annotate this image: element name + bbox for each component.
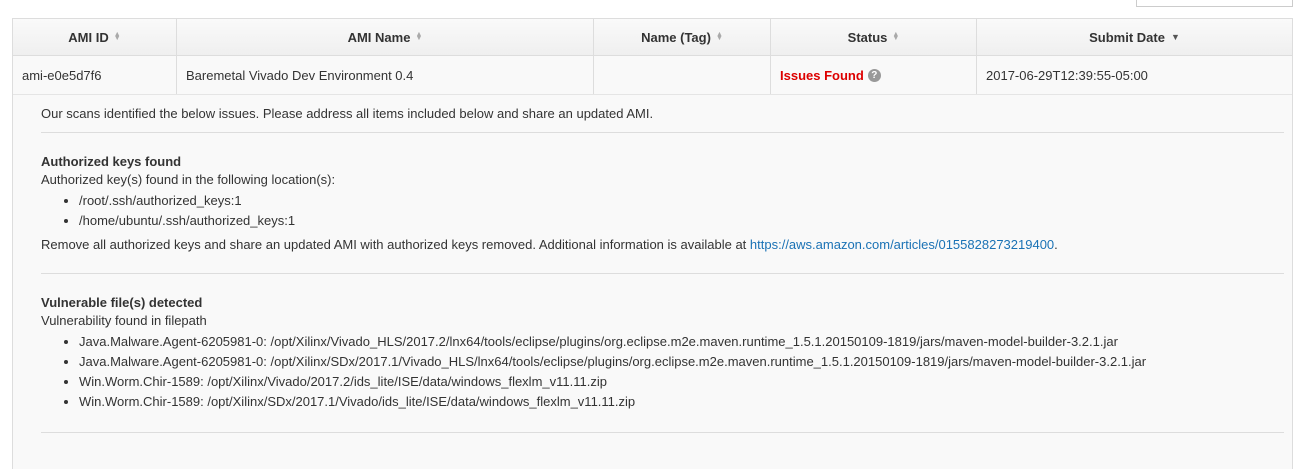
sort-icon: ▲ ▼ [892, 31, 900, 42]
section-title: Vulnerable file(s) detected [41, 295, 203, 310]
list-item: Win.Worm.Chir-1589: /opt/Xilinx/SDx/2017… [79, 392, 1284, 412]
section-vulnerable-files: Vulnerable file(s) detected Vulnerabilit… [41, 295, 1284, 432]
section-subtitle: Authorized key(s) found in the following… [41, 172, 336, 187]
article-link[interactable]: https://aws.amazon.com/articles/01558282… [750, 237, 1054, 252]
issue-details: Our scans identified the below issues. P… [13, 95, 1292, 469]
list-item: /home/ubuntu/.ssh/authorized_keys:1 [79, 211, 1284, 231]
section-title: Authorized keys found [41, 154, 182, 169]
divider [41, 432, 1284, 433]
list-item: /root/.ssh/authorized_keys:1 [79, 191, 1284, 211]
column-header-name-tag[interactable]: Name (Tag) ▲ ▼ [594, 19, 771, 55]
ami-table: AMI ID ▲ ▼ AMI Name ▲ ▼ Name (Tag) ▲ ▼ Stat… [12, 18, 1293, 469]
column-header-ami-id[interactable]: AMI ID ▲ ▼ [13, 19, 177, 55]
table-header: AMI ID ▲ ▼ AMI Name ▲ ▼ Name (Tag) ▲ ▼ Stat… [13, 19, 1292, 56]
remediation-text: Remove all authorized keys and share an … [41, 237, 1058, 252]
table-row[interactable]: ami-e0e5d7f6 Baremetal Vivado Dev Enviro… [13, 56, 1292, 95]
list-item: Java.Malware.Agent-6205981-0: /opt/Xilin… [79, 332, 1284, 352]
column-header-ami-name[interactable]: AMI Name ▲ ▼ [177, 19, 594, 55]
ami-id-cell: ami-e0e5d7f6 [13, 56, 177, 94]
status-badge: Issues Found [780, 67, 864, 83]
help-icon[interactable]: ? [867, 68, 881, 82]
column-header-submit-date[interactable]: Submit Date ▼ [977, 19, 1292, 55]
list-item: Win.Worm.Chir-1589: /opt/Xilinx/Vivado/2… [79, 372, 1284, 392]
list-item: Java.Malware.Agent-6205981-0: /opt/Xilin… [79, 352, 1284, 372]
authorized-keys-list: /root/.ssh/authorized_keys:1 /home/ubunt… [41, 191, 1284, 231]
submit-date-cell: 2017-06-29T12:39:55-05:00 [986, 67, 1148, 83]
name-tag-cell [594, 56, 771, 94]
vulnerable-files-list: Java.Malware.Agent-6205981-0: /opt/Xilin… [41, 332, 1284, 412]
section-subtitle: Vulnerability found in filepath [41, 313, 207, 328]
column-header-status[interactable]: Status ▲ ▼ [771, 19, 977, 55]
section-authorized-keys: Authorized keys found Authorized key(s) … [41, 154, 1284, 252]
divider [41, 273, 1284, 274]
sort-icon: ▲ ▼ [415, 31, 423, 42]
search-input-edge[interactable] [1136, 0, 1293, 7]
details-intro: Our scans identified the below issues. P… [41, 106, 654, 121]
status-cell: Issues Found ? [771, 56, 977, 94]
sort-icon: ▲ ▼ [113, 31, 121, 42]
sort-desc-icon: ▼ [1170, 32, 1180, 42]
divider [41, 132, 1284, 133]
ami-name-cell: Baremetal Vivado Dev Environment 0.4 [177, 56, 594, 94]
sort-icon: ▲ ▼ [715, 31, 723, 42]
